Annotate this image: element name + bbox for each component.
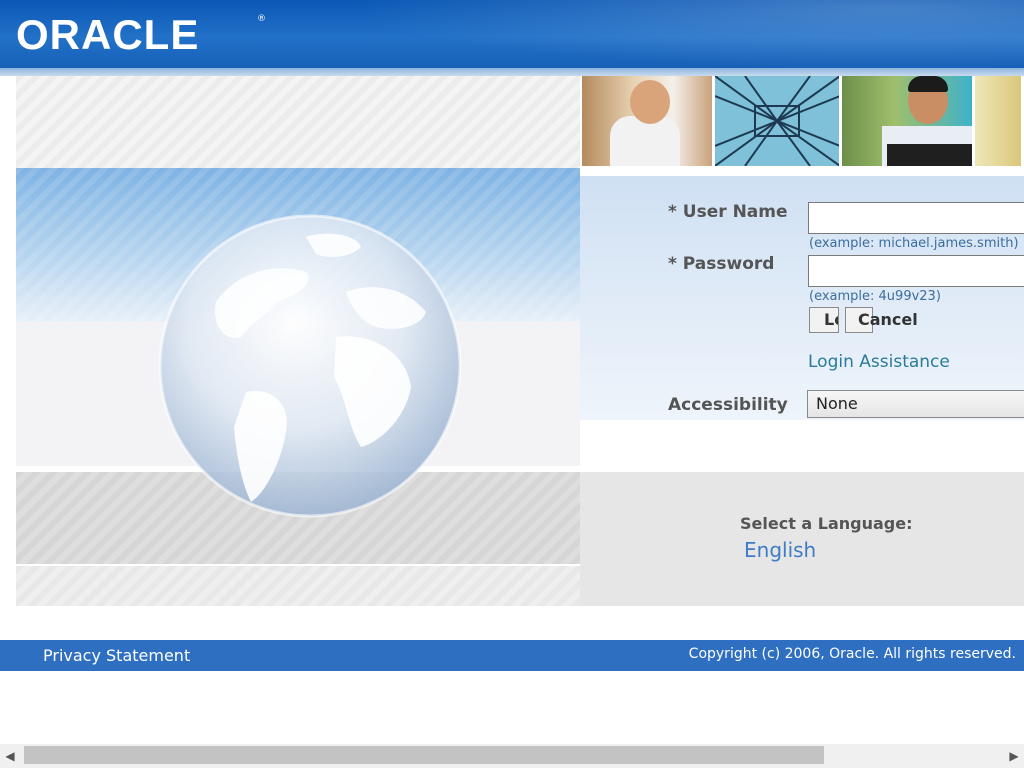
scrollbar-thumb[interactable] — [24, 746, 824, 764]
footer-bar: Privacy Statement Copyright (c) 2006, Or… — [0, 640, 1024, 671]
login-assistance-link[interactable]: Login Assistance — [808, 352, 950, 372]
accessibility-label: Accessibility — [668, 395, 788, 415]
header-divider — [0, 68, 1024, 76]
login-button[interactable]: Login — [809, 307, 839, 333]
oracle-logo: ORACLE — [16, 11, 200, 58]
password-input[interactable] — [808, 255, 1024, 287]
decorative-globe-panel — [16, 76, 580, 606]
photo-partial — [975, 76, 1022, 166]
language-label: Select a Language: — [740, 514, 913, 533]
photo-tower — [715, 76, 840, 166]
photo-man-laptop — [842, 76, 973, 166]
scroll-left-arrow-icon[interactable]: ◀ — [2, 748, 18, 764]
username-input[interactable] — [808, 202, 1024, 234]
registered-mark: ® — [257, 14, 266, 24]
privacy-statement-link[interactable]: Privacy Statement — [43, 646, 190, 665]
scroll-right-arrow-icon[interactable]: ▶ — [1006, 748, 1022, 764]
copyright-text: Copyright (c) 2006, Oracle. All rights r… — [688, 646, 1016, 662]
password-label: * Password — [668, 254, 775, 274]
username-label: * User Name — [668, 202, 788, 222]
photo-strip — [582, 76, 1024, 166]
globe-image — [158, 214, 462, 518]
language-panel: Select a Language: English — [580, 472, 1024, 606]
photo-businessmen — [582, 76, 713, 166]
language-english-link[interactable]: English — [744, 538, 816, 562]
password-hint: (example: 4u99v23) — [809, 289, 941, 304]
horizontal-scrollbar[interactable]: ◀ ▶ — [0, 744, 1024, 768]
header-banner: ORACLE ® — [0, 0, 1024, 68]
username-hint: (example: michael.james.smith) — [809, 236, 1019, 251]
login-form: * User Name (example: michael.james.smit… — [580, 176, 1024, 420]
cancel-button[interactable]: Cancel — [845, 307, 918, 333]
accessibility-select[interactable]: None — [807, 390, 1024, 418]
